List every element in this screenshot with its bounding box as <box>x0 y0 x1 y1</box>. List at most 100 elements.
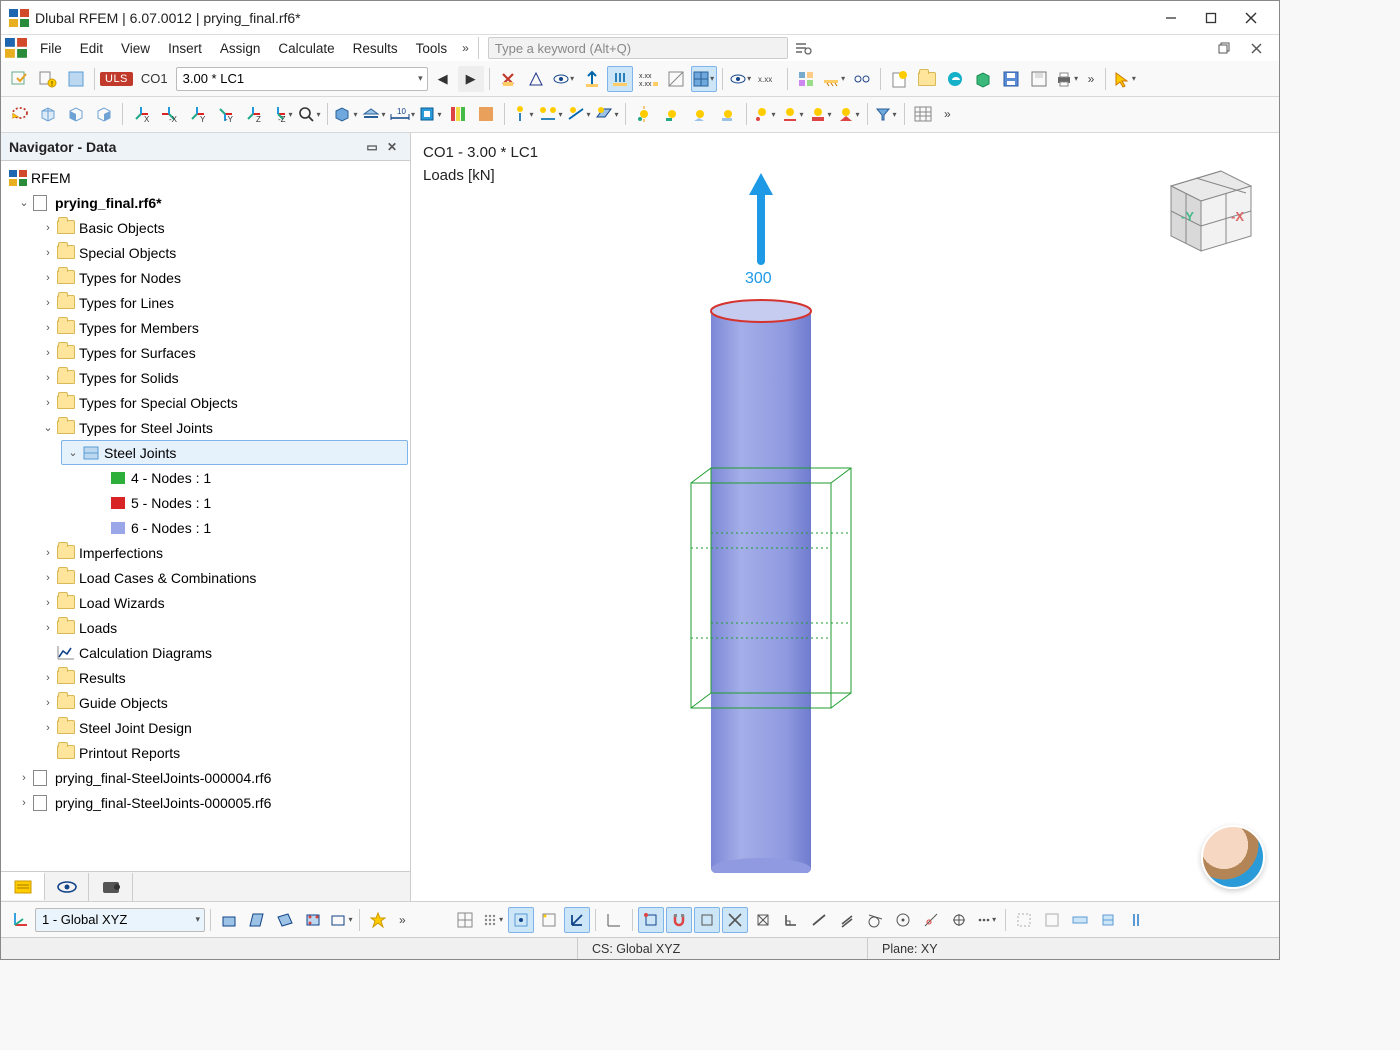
snap-parallel-icon[interactable] <box>834 907 860 933</box>
model-cylinder[interactable] <box>711 300 811 873</box>
snap-tangent-icon[interactable] <box>862 907 888 933</box>
snap-more-icon[interactable] <box>974 907 1000 933</box>
texture-icon[interactable] <box>473 101 499 127</box>
model-canvas[interactable]: 300 <box>411 133 1261 873</box>
ortho-icon[interactable] <box>564 907 590 933</box>
print-icon[interactable] <box>1054 66 1080 92</box>
gen-a-icon[interactable] <box>752 101 778 127</box>
zoom-fit-icon[interactable] <box>296 101 322 127</box>
hinges-icon[interactable] <box>849 66 875 92</box>
member-load-icon[interactable] <box>566 101 592 127</box>
maximize-button[interactable] <box>1191 4 1231 32</box>
workplane-more-icon[interactable] <box>328 907 354 933</box>
snap-intersect-icon[interactable] <box>722 907 748 933</box>
load-combination-combo[interactable]: 3.00 * LC1 <box>176 67 428 91</box>
tree-item[interactable]: ›Steel Joint Design <box>3 715 408 740</box>
react-force-icon[interactable] <box>579 66 605 92</box>
snap-grid-icon[interactable] <box>508 907 534 933</box>
doc-close-icon[interactable] <box>1243 35 1269 61</box>
navigation-cube[interactable]: -X -Y <box>1151 151 1261 261</box>
color-map-icon[interactable] <box>445 101 471 127</box>
gen-d-icon[interactable] <box>836 101 862 127</box>
tree-item[interactable]: ›Types for Special Objects <box>3 390 408 415</box>
menu-overflow[interactable]: » <box>456 41 475 55</box>
toolbar2-overflow[interactable]: » <box>938 107 957 121</box>
view-eye-icon[interactable] <box>551 66 577 92</box>
tree-item[interactable]: ›Loads <box>3 615 408 640</box>
navigator-tab-data[interactable] <box>1 872 45 900</box>
coordinate-system-combo[interactable]: 1 - Global XYZ <box>35 908 205 932</box>
snap-perp-icon[interactable] <box>778 907 804 933</box>
axis-neg-y-icon[interactable]: -Y <box>212 101 238 127</box>
assistant-avatar[interactable] <box>1201 825 1265 889</box>
lasso-select-icon[interactable] <box>7 101 33 127</box>
materials-icon[interactable] <box>793 66 819 92</box>
tree-root[interactable]: RFEM <box>3 165 408 190</box>
snap-centroid-icon[interactable] <box>946 907 972 933</box>
open-model-icon[interactable] <box>914 66 940 92</box>
menu-edit[interactable]: Edit <box>71 38 112 59</box>
axis-z-icon[interactable]: Z <box>240 101 266 127</box>
axis-y-icon[interactable]: Y <box>184 101 210 127</box>
snap-mid-icon[interactable] <box>694 907 720 933</box>
guides-a-icon[interactable] <box>1011 907 1037 933</box>
tree-item[interactable]: ›Results <box>3 665 408 690</box>
workplane-3pt-icon[interactable] <box>300 907 326 933</box>
save-as-icon[interactable] <box>1026 66 1052 92</box>
grid-settings-icon[interactable] <box>480 907 506 933</box>
close-button[interactable] <box>1231 4 1271 32</box>
dimension-icon[interactable]: 10 <box>389 101 415 127</box>
light-2-icon[interactable] <box>659 101 685 127</box>
menu-app-icon[interactable] <box>5 38 27 58</box>
snap-node-icon[interactable] <box>750 907 776 933</box>
axis-neg-z-icon[interactable]: -Z <box>268 101 294 127</box>
gen-c-icon[interactable] <box>808 101 834 127</box>
new-model-icon[interactable] <box>886 66 912 92</box>
light-3-icon[interactable] <box>687 101 713 127</box>
navigator-close-icon[interactable]: ✕ <box>382 140 402 154</box>
result-eye-icon[interactable] <box>728 66 754 92</box>
tree-item[interactable]: ›Types for Members <box>3 315 408 340</box>
result-values-icon[interactable]: x.xx <box>756 66 782 92</box>
surface-load-icon[interactable] <box>594 101 620 127</box>
snap-magnet-icon[interactable] <box>666 907 692 933</box>
transparency-icon[interactable] <box>663 66 689 92</box>
bottom-overflow[interactable]: » <box>393 913 412 927</box>
tree-sibling-model[interactable]: ›prying_final-SteelJoints-000005.rf6 <box>3 790 408 815</box>
sections-icon[interactable] <box>417 101 443 127</box>
grid-toggle-icon[interactable] <box>452 907 478 933</box>
tree-item-steel-joints-child[interactable]: ⌄Steel Joints <box>61 440 408 465</box>
tree-item[interactable]: ›Basic Objects <box>3 215 408 240</box>
next-loadcase-button[interactable]: ▶ <box>458 66 484 92</box>
tree-leaf[interactable]: 6 - Nodes : 1 <box>103 515 408 540</box>
validation-icon[interactable]: ! <box>35 66 61 92</box>
tree-sibling-model[interactable]: ›prying_final-SteelJoints-000004.rf6 <box>3 765 408 790</box>
menu-view[interactable]: View <box>112 38 159 59</box>
structure-blue-icon[interactable] <box>63 66 89 92</box>
light-1-icon[interactable] <box>631 101 657 127</box>
snap-endpoint-icon[interactable] <box>638 907 664 933</box>
iso-view-icon[interactable] <box>35 101 61 127</box>
tree-item[interactable]: ›Types for Surfaces <box>3 340 408 365</box>
tree-leaf[interactable]: 5 - Nodes : 1 <box>103 490 408 515</box>
tree-item[interactable]: ›Imperfections <box>3 540 408 565</box>
ucs-icon[interactable] <box>7 907 33 933</box>
tree-model[interactable]: ⌄ prying_final.rf6* <box>3 190 408 215</box>
keyword-search[interactable]: Type a keyword (Alt+Q) <box>488 37 788 59</box>
render-solid-icon[interactable] <box>333 101 359 127</box>
block-library-icon[interactable] <box>970 66 996 92</box>
tree-item[interactable]: ›Types for Solids <box>3 365 408 390</box>
navigator-tree[interactable]: RFEM ⌄ prying_final.rf6* ›Basic Objects … <box>1 161 410 871</box>
restore-down-icon[interactable] <box>1211 35 1237 61</box>
cloud-icon[interactable] <box>942 66 968 92</box>
snap-object-icon[interactable] <box>536 907 562 933</box>
navigator-tab-display[interactable] <box>45 873 89 901</box>
filter-icon[interactable] <box>873 101 899 127</box>
menu-file[interactable]: File <box>31 38 71 59</box>
model-check-icon[interactable] <box>7 66 33 92</box>
menu-tools[interactable]: Tools <box>407 38 457 59</box>
snap-star-icon[interactable] <box>365 907 391 933</box>
workplane-yz-icon[interactable] <box>244 907 270 933</box>
menu-results[interactable]: Results <box>344 38 407 59</box>
save-icon[interactable] <box>998 66 1024 92</box>
